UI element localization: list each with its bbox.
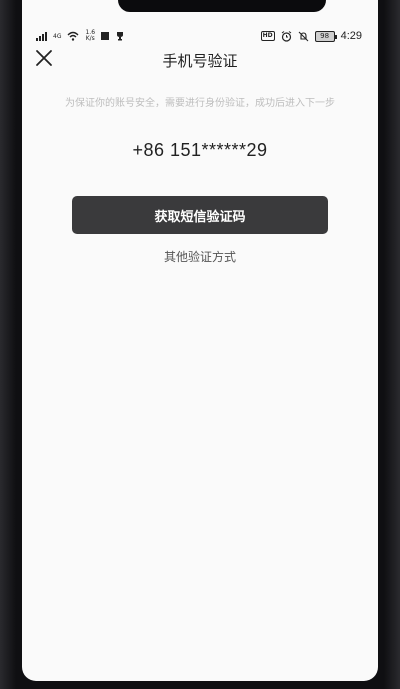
wifi-icon (67, 31, 79, 41)
phone-frame: 4G 1.6 K/s HD 98 4:29 手机号验证 为保证你的账号安全，需要… (0, 0, 400, 689)
status-time: 4:29 (340, 30, 362, 42)
square-icon (101, 32, 110, 40)
net-speed: 1.6 K/s (85, 30, 95, 42)
hd-icon: HD (260, 31, 275, 41)
net-speed-unit: K/s (85, 35, 95, 42)
signal-icon (36, 31, 47, 41)
get-sms-code-button[interactable]: 获取短信验证码 (72, 196, 328, 234)
status-bar-left: 4G 1.6 K/s (36, 30, 125, 42)
mute-icon (298, 31, 308, 41)
network-type: 4G (53, 32, 62, 40)
app-screen: 4G 1.6 K/s HD 98 4:29 手机号验证 为保证你的账号安全，需要… (22, 0, 378, 681)
status-bar-right: HD 98 4:29 (260, 30, 362, 42)
trophy-icon (117, 32, 124, 41)
header: 手机号验证 (22, 44, 378, 74)
page-title: 手机号验证 (162, 52, 238, 70)
battery-icon: 98 (314, 30, 337, 42)
other-verification-methods-link[interactable]: 其他验证方式 (22, 248, 378, 265)
masked-phone-number: +86 151******29 (132, 140, 268, 160)
alarm-icon (281, 30, 291, 42)
verification-hint: 为保证你的账号安全，需要进行身份验证，成功后进入下一步 (65, 98, 335, 109)
camera-notch (118, 0, 326, 12)
